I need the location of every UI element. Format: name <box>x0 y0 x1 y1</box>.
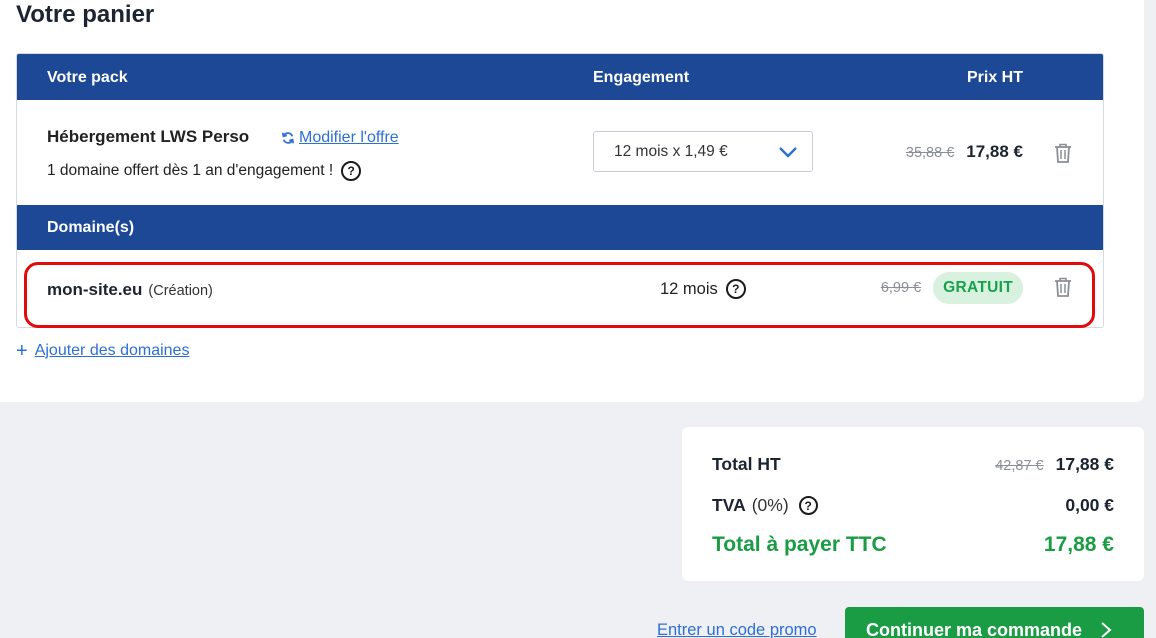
help-icon[interactable]: ? <box>798 496 818 515</box>
pack-row: Hébergement LWS Perso Modifier l'offre 1… <box>17 100 1103 205</box>
trash-icon[interactable] <box>1053 276 1073 298</box>
summary-card: Total HT 42,87 € 17,88 € TVA (0%) ? 0,00… <box>682 427 1144 581</box>
domain-name-text: mon-site.eu <box>47 280 143 299</box>
cart-table: Votre pack Engagement Prix HT Hébergemen… <box>16 53 1104 328</box>
tva-label: TVA <box>712 495 746 515</box>
total-ttc-value: 17,88 € <box>1043 533 1114 556</box>
pack-name: Hébergement LWS Perso <box>47 127 250 146</box>
header-engagement: Engagement <box>593 69 690 86</box>
total-ttc-label: Total à payer TTC <box>712 533 887 556</box>
help-icon[interactable]: ? <box>341 161 362 181</box>
domain-row: mon-site.eu (Création) 12 mois ? 6,99 € … <box>17 250 1103 327</box>
pack-prices: 35,88 € 17,88 € <box>906 142 1023 162</box>
domain-name: mon-site.eu (Création) <box>47 280 213 300</box>
continue-button[interactable]: Continuer ma commande <box>845 607 1144 638</box>
tva-value: 0,00 € <box>1065 495 1114 515</box>
domain-kind: (Création) <box>148 283 213 299</box>
chevron-right-icon <box>1101 622 1112 638</box>
domains-header-label: Domaine(s) <box>47 219 135 236</box>
total-ht-value: 17,88 € <box>1055 454 1114 474</box>
total-ht-old: 42,87 € <box>995 458 1044 474</box>
trash-icon[interactable] <box>1053 142 1073 164</box>
refresh-icon <box>281 132 295 144</box>
promo-code-link[interactable]: Entrer un code promo <box>657 621 817 638</box>
header-price: Prix HT <box>966 69 1023 86</box>
modify-offer[interactable]: Modifier l'offre <box>281 129 399 147</box>
plus-icon: + <box>16 340 28 362</box>
domains-header: Domaine(s) <box>17 205 1103 250</box>
cart-card: Votre panier Votre pack Engagement Prix … <box>0 0 1144 402</box>
table-header: Votre pack Engagement Prix HT <box>17 54 1103 100</box>
pack-price: 17,88 € <box>966 142 1023 161</box>
add-domains-link[interactable]: Ajouter des domaines <box>35 342 190 360</box>
header-pack: Votre pack <box>47 69 128 86</box>
add-domains[interactable]: + Ajouter des domaines <box>16 340 190 362</box>
pack-subtitle: 1 domaine offert dès 1 an d'engagement !… <box>47 161 362 181</box>
tva-label-group: TVA (0%) ? <box>712 495 818 516</box>
modify-offer-link[interactable]: Modifier l'offre <box>299 129 399 147</box>
free-badge: GRATUIT <box>933 272 1023 304</box>
page-title: Votre panier <box>16 1 155 28</box>
chevron-down-icon <box>779 147 797 158</box>
domain-period-text: 12 mois <box>660 279 718 298</box>
tva-row: TVA (0%) ? 0,00 € <box>712 495 1114 516</box>
total-ht-label: Total HT <box>712 454 781 474</box>
continue-label: Continuer ma commande <box>866 619 1083 638</box>
pack-subtitle-text: 1 domaine offert dès 1 an d'engagement ! <box>47 162 334 179</box>
domain-period: 12 mois ? <box>660 279 746 299</box>
engagement-value: 12 mois x 1,49 € <box>614 142 728 160</box>
domain-old-price: 6,99 € <box>880 280 922 296</box>
help-icon[interactable]: ? <box>725 279 746 299</box>
domain-prices: 6,99 € GRATUIT <box>881 272 1023 304</box>
pack-old-price: 35,88 € <box>905 145 955 161</box>
engagement-select[interactable]: 12 mois x 1,49 € <box>593 131 813 172</box>
tva-pct: (0%) <box>751 495 789 515</box>
total-ht-values: 42,87 € 17,88 € <box>995 454 1114 475</box>
total-ttc-row: Total à payer TTC 17,88 € <box>712 533 1114 557</box>
total-ht-row: Total HT 42,87 € 17,88 € <box>712 454 1114 475</box>
